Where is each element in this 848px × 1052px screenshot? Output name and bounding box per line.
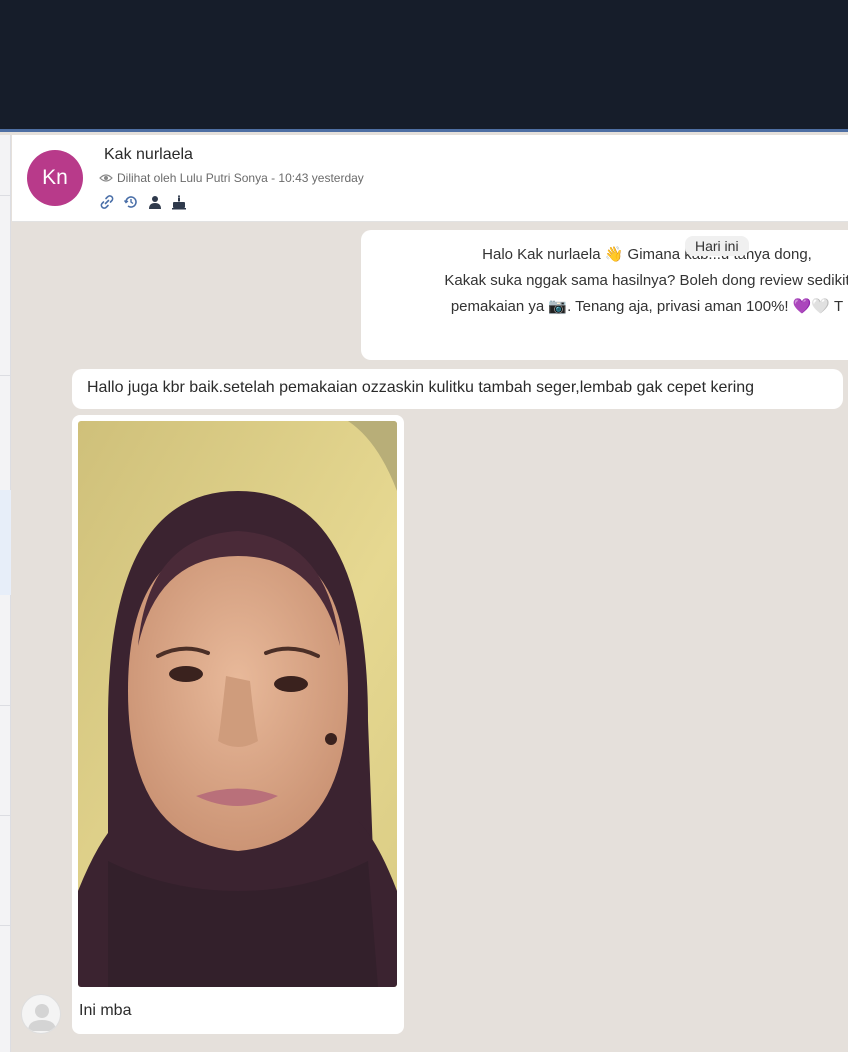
seen-status: Dilihat oleh Lulu Putri Sonya - 10:43 ye… [99, 171, 364, 185]
contact-avatar[interactable]: Kn [27, 150, 83, 206]
history-icon[interactable] [122, 193, 139, 210]
date-separator: Hari ini [685, 236, 749, 256]
incoming-message-text: Hallo juga kbr baik.setelah pemakaian oz… [87, 379, 755, 396]
photo-caption: Ini mba [79, 1002, 132, 1019]
seen-text: Dilihat oleh Lulu Putri Sonya - 10:43 ye… [117, 171, 364, 185]
incoming-message-bubble: Hallo juga kbr baik.setelah pemakaian oz… [72, 369, 843, 409]
contact-name[interactable]: Kak nurlaela [104, 146, 193, 164]
cake-icon[interactable] [170, 193, 187, 210]
contact-actions [98, 193, 187, 210]
eye-icon [99, 174, 113, 182]
chat-header: Kn Kak nurlaela Dilihat oleh Lulu Putri … [12, 135, 848, 222]
left-sidebar-strip [0, 135, 11, 1052]
sender-avatar[interactable] [21, 994, 61, 1034]
top-bar [0, 0, 848, 132]
outgoing-message-text: Halo Kak nurlaela 👋 Gimana kab...u tanya… [444, 246, 848, 315]
message-photo[interactable] [78, 421, 397, 987]
link-icon[interactable] [98, 193, 115, 210]
incoming-photo-message: Ini mba [72, 415, 404, 1034]
outgoing-message-bubble: Halo Kak nurlaela 👋 Gimana kab...u tanya… [361, 230, 848, 360]
person-icon[interactable] [146, 193, 163, 210]
